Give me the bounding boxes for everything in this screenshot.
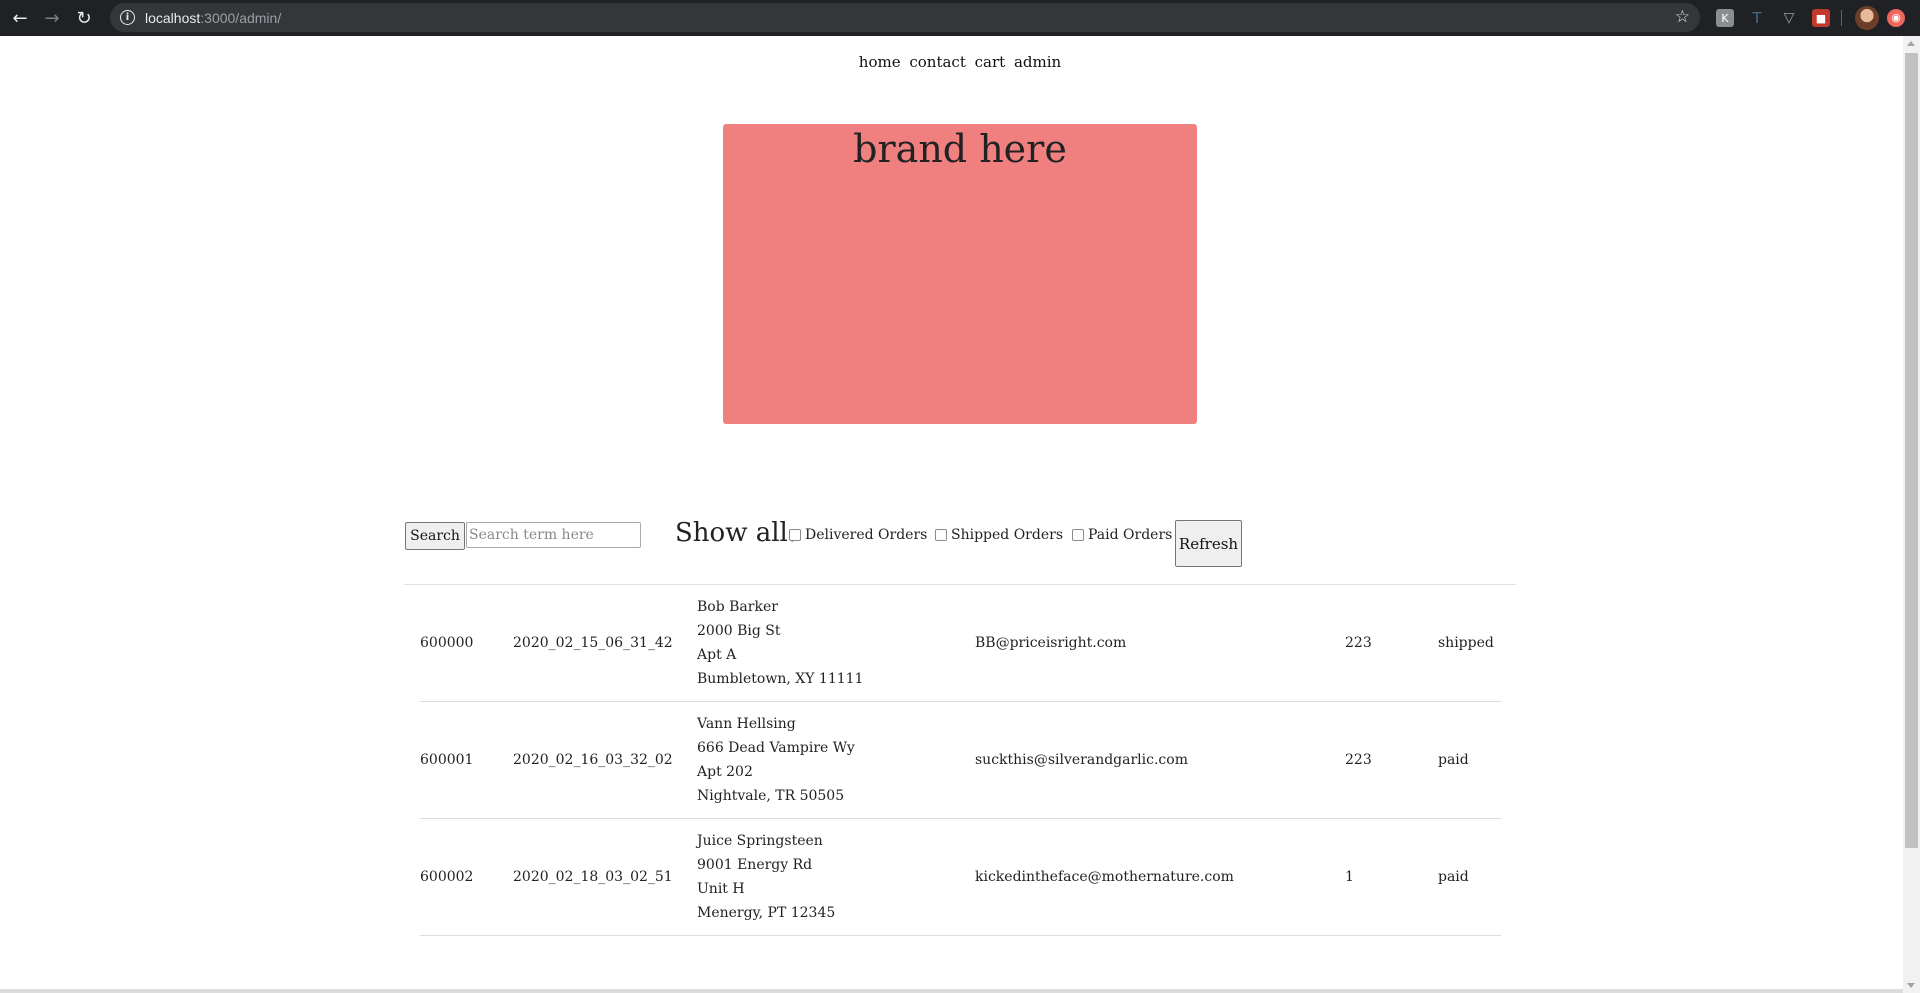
shipped-orders-checkbox[interactable] [935, 529, 947, 541]
table-row[interactable]: 600000 2020_02_15_06_31_42 Bob Barker 20… [420, 585, 1501, 702]
address-line: 9001 Energy Rd [697, 857, 813, 873]
order-email: BB@priceisright.com [975, 635, 1127, 651]
address-line: Nightvale, TR 50505 [697, 788, 845, 804]
vertical-scrollbar[interactable] [1903, 36, 1920, 993]
delivered-orders-checkbox[interactable] [789, 529, 801, 541]
order-status: paid [1438, 869, 1469, 885]
address-line: Apt A [697, 647, 737, 663]
profile-avatar-icon[interactable] [1855, 6, 1879, 30]
horizontal-scrollbar[interactable] [0, 989, 1903, 993]
nav-cart-link[interactable]: cart [975, 53, 1006, 71]
order-address: Vann Hellsing 666 Dead Vampire Wy Apt 20… [697, 712, 855, 808]
scroll-down-icon[interactable] [1907, 983, 1915, 988]
shipped-orders-label[interactable]: Shipped Orders [951, 527, 1063, 543]
address-line: 666 Dead Vampire Wy [697, 740, 855, 756]
url-text[interactable]: localhost:3000/admin/ [145, 10, 281, 26]
address-line: Bumbletown, XY 11111 [697, 671, 864, 687]
extension-v-icon[interactable]: ▽ [1780, 9, 1798, 27]
address-line: Apt 202 [697, 764, 753, 780]
extension-k-icon[interactable]: K [1716, 9, 1734, 27]
show-all-label: Show all: [675, 518, 797, 548]
order-id: 600000 [420, 635, 474, 651]
order-address: Juice Springsteen 9001 Energy Rd Unit H … [697, 829, 835, 925]
order-email: suckthis@silverandgarlic.com [975, 752, 1188, 768]
menu-badge-icon[interactable]: ◉ [1887, 9, 1905, 27]
order-quantity: 223 [1345, 752, 1372, 768]
order-address: Bob Barker 2000 Big St Apt A Bumbletown,… [697, 595, 863, 691]
forward-arrow-icon[interactable]: → [40, 6, 64, 30]
browser-toolbar: ← → ↻ i localhost:3000/admin/ ☆ K T ▽ ■ … [0, 0, 1920, 36]
paid-orders-checkbox[interactable] [1072, 529, 1084, 541]
orders-table: 600000 2020_02_15_06_31_42 Bob Barker 20… [420, 585, 1501, 936]
delivered-orders-label[interactable]: Delivered Orders [805, 527, 927, 543]
order-status: paid [1438, 752, 1469, 768]
order-status: shipped [1438, 635, 1494, 651]
order-quantity: 1 [1345, 869, 1354, 885]
order-id: 600001 [420, 752, 474, 768]
order-email: kickedintheface@mothernature.com [975, 869, 1234, 885]
table-row[interactable]: 600001 2020_02_16_03_32_02 Vann Hellsing… [420, 702, 1501, 819]
bookmark-star-icon[interactable]: ☆ [1675, 7, 1690, 27]
info-icon[interactable]: i [120, 10, 135, 25]
extension-red-icon[interactable]: ■ [1812, 9, 1830, 27]
search-input[interactable] [466, 522, 641, 548]
address-line: Bob Barker [697, 599, 778, 615]
order-date: 2020_02_15_06_31_42 [513, 635, 673, 651]
address-line: Menergy, PT 12345 [697, 905, 836, 921]
top-navigation: home contact cart admin [0, 53, 1920, 71]
brand-text: brand here [853, 127, 1067, 171]
brand-banner: brand here [723, 124, 1197, 424]
address-line: Unit H [697, 881, 745, 897]
back-arrow-icon[interactable]: ← [8, 6, 32, 30]
refresh-button[interactable]: Refresh [1175, 520, 1242, 567]
extension-t-icon[interactable]: T [1748, 9, 1766, 27]
address-bar[interactable]: i localhost:3000/admin/ ☆ [110, 3, 1700, 32]
nav-contact-link[interactable]: contact [909, 53, 966, 71]
order-id: 600002 [420, 869, 474, 885]
order-quantity: 223 [1345, 635, 1372, 651]
order-date: 2020_02_16_03_32_02 [513, 752, 673, 768]
search-button[interactable]: Search [405, 522, 465, 550]
scroll-thumb[interactable] [1905, 53, 1918, 848]
toolbar-divider [1841, 10, 1842, 26]
order-date: 2020_02_18_03_02_51 [513, 869, 673, 885]
search-controls: Search Show all: Delivered Orders Shippe… [405, 484, 1505, 574]
table-row[interactable]: 600002 2020_02_18_03_02_51 Juice Springs… [420, 819, 1501, 936]
address-line: 2000 Big St [697, 623, 781, 639]
address-line: Vann Hellsing [697, 716, 796, 732]
reload-icon[interactable]: ↻ [72, 6, 96, 30]
address-line: Juice Springsteen [697, 833, 823, 849]
scroll-up-icon[interactable] [1907, 41, 1915, 46]
nav-admin-link[interactable]: admin [1014, 53, 1061, 71]
paid-orders-label[interactable]: Paid Orders [1088, 527, 1172, 543]
nav-home-link[interactable]: home [859, 53, 901, 71]
